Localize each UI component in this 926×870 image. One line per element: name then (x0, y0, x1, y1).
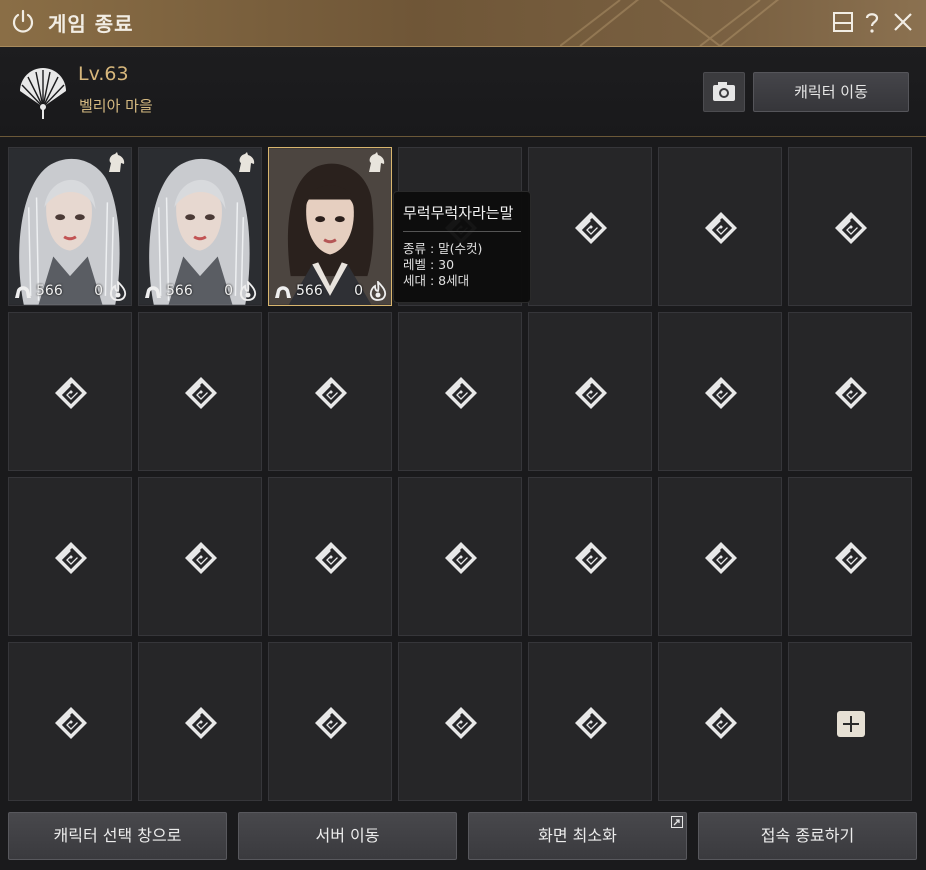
empty-slot-icon (575, 212, 607, 244)
empty-slot[interactable] (658, 147, 782, 306)
minimize-panel-icon[interactable] (831, 10, 855, 34)
empty-slot[interactable] (788, 477, 912, 636)
stat-right-value: 0 (94, 283, 103, 299)
help-icon[interactable] (860, 10, 884, 34)
horseshoe-stamina-icon (15, 286, 31, 298)
empty-slot[interactable] (8, 477, 132, 636)
empty-slot-icon (55, 542, 87, 574)
horse-slot-3[interactable]: 566 0 (268, 147, 392, 306)
empty-slot-icon (445, 707, 477, 739)
spirit-flame-icon (369, 281, 387, 301)
horseshoe-stamina-icon (275, 286, 291, 298)
character-select-button[interactable]: 캐릭터 선택 창으로 (8, 812, 227, 860)
plus-icon (843, 716, 859, 732)
stat-left: 566 (273, 281, 323, 301)
empty-slot[interactable] (268, 642, 392, 801)
stat-left-value: 566 (36, 283, 63, 299)
empty-slot[interactable] (268, 477, 392, 636)
screenshot-button[interactable] (703, 72, 745, 112)
stat-left: 566 (143, 281, 193, 301)
add-slot[interactable] (788, 642, 912, 801)
move-character-button[interactable]: 캐릭터 이동 (753, 72, 909, 112)
spirit-flame-icon (109, 281, 127, 301)
horse-icon (239, 152, 255, 172)
tooltip-horse-name: 무럭무럭자라는말 (403, 202, 521, 232)
empty-slot[interactable] (138, 477, 262, 636)
stat-right-value: 0 (224, 283, 233, 299)
horse-icon (109, 152, 125, 172)
empty-slot[interactable] (398, 477, 522, 636)
empty-slot[interactable] (8, 642, 132, 801)
family-level: Lv.63 (78, 63, 129, 85)
empty-slot-icon (185, 377, 217, 409)
stat-left: 566 (13, 281, 63, 301)
empty-slot-icon (705, 377, 737, 409)
empty-slot[interactable] (658, 477, 782, 636)
empty-slot-icon (835, 212, 867, 244)
tooltip-level: 레벨 : 30 (403, 257, 455, 272)
empty-slot[interactable] (658, 642, 782, 801)
spirit-flame-icon (239, 281, 257, 301)
server-move-button[interactable]: 서버 이동 (238, 812, 457, 860)
close-icon[interactable] (891, 10, 915, 34)
empty-slot[interactable] (528, 642, 652, 801)
empty-slot-icon (445, 377, 477, 409)
empty-slot[interactable] (788, 312, 912, 471)
family-header: Lv.63 벨리아 마을 캐릭터 이동 (0, 47, 926, 137)
empty-slot[interactable] (138, 312, 262, 471)
empty-slot[interactable] (8, 312, 132, 471)
stat-left-value: 566 (166, 283, 193, 299)
empty-slot[interactable] (138, 642, 262, 801)
empty-slot[interactable] (268, 312, 392, 471)
fan-emblem-icon (20, 68, 66, 119)
minimize-screen-label: 화면 최소화 (538, 826, 617, 845)
empty-slot-icon (185, 542, 217, 574)
horse-icon (369, 152, 385, 172)
empty-slot[interactable] (788, 147, 912, 306)
title-bar-ornament (560, 0, 780, 46)
window-title: 게임 종료 (48, 12, 134, 36)
external-arrow-icon (671, 816, 683, 828)
stat-right: 0 (354, 281, 387, 301)
empty-slot[interactable] (528, 312, 652, 471)
empty-slot-icon (315, 542, 347, 574)
empty-slot-icon (185, 707, 217, 739)
empty-slot[interactable] (658, 312, 782, 471)
empty-slot[interactable] (398, 642, 522, 801)
empty-slot[interactable] (398, 312, 522, 471)
horseshoe-stamina-icon (145, 286, 161, 298)
empty-slot-icon (575, 542, 607, 574)
empty-slot-icon (705, 212, 737, 244)
empty-slot-icon (575, 377, 607, 409)
power-icon (12, 9, 34, 33)
horse-slot-2[interactable]: 566 0 (138, 147, 262, 306)
empty-slot-icon (55, 707, 87, 739)
empty-slot-icon (835, 542, 867, 574)
empty-slot-icon (445, 542, 477, 574)
add-slot-button[interactable] (837, 711, 865, 737)
empty-slot-icon (315, 707, 347, 739)
stat-right-value: 0 (354, 283, 363, 299)
horse-tooltip: 무럭무럭자라는말 종류 : 말(수컷) 레벨 : 30 세대 : 8세대 (393, 191, 531, 303)
tooltip-type: 종류 : 말(수컷) (403, 241, 483, 256)
empty-slot[interactable] (528, 477, 652, 636)
empty-slot-icon (575, 707, 607, 739)
camera-icon (713, 82, 735, 101)
empty-slot[interactable] (528, 147, 652, 306)
empty-slot-icon (315, 377, 347, 409)
stat-right: 0 (224, 281, 257, 301)
empty-slot-icon (835, 377, 867, 409)
horse-slot-1[interactable]: 566 0 (8, 147, 132, 306)
stat-right: 0 (94, 281, 127, 301)
empty-slot-icon (705, 542, 737, 574)
tooltip-generation: 세대 : 8세대 (403, 273, 470, 288)
empty-slot-icon (705, 707, 737, 739)
minimize-screen-button[interactable]: 화면 최소화 (468, 812, 687, 860)
stat-left-value: 566 (296, 283, 323, 299)
exit-game-button[interactable]: 접속 종료하기 (698, 812, 917, 860)
empty-slot-icon (55, 377, 87, 409)
title-bar: 게임 종료 (0, 0, 926, 47)
current-location: 벨리아 마을 (79, 97, 153, 115)
